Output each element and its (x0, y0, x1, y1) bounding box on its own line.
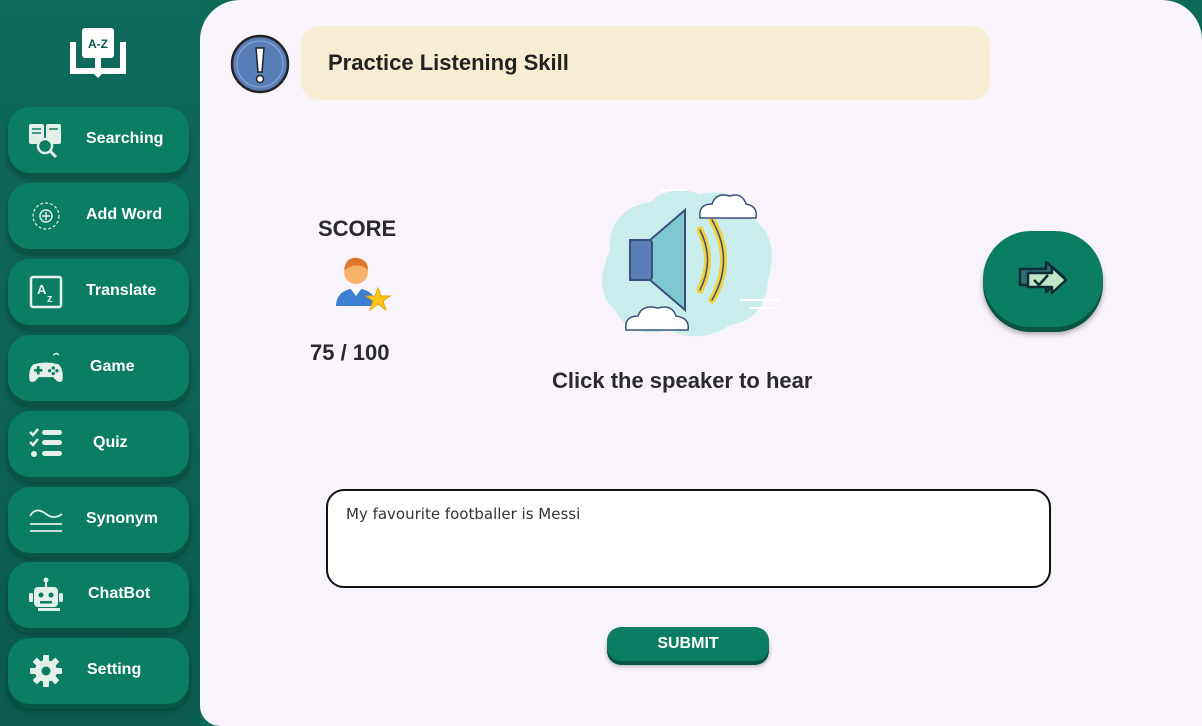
sidebar-item-add-word[interactable]: Add Word (8, 183, 189, 249)
plus-circle-icon (26, 196, 66, 236)
sidebar: A-Z Searching Add Word A z Translate Gam… (0, 0, 200, 726)
next-button[interactable] (983, 231, 1103, 327)
sidebar-item-synonym[interactable]: Synonym (8, 487, 189, 553)
header-bar: Practice Listening Skill (301, 26, 990, 100)
speaker-icon[interactable] (590, 180, 790, 345)
svg-text:A: A (37, 282, 47, 297)
svg-text:z: z (47, 293, 53, 305)
gear-icon (26, 651, 66, 691)
exclamation-icon (230, 34, 290, 94)
sidebar-item-searching[interactable]: Searching (8, 107, 189, 173)
gamepad-icon (26, 348, 66, 388)
sidebar-item-label: Game (90, 358, 135, 375)
next-arrow-check-icon (1018, 260, 1068, 295)
sidebar-item-label: Add Word (86, 206, 163, 223)
sidebar-item-label: Searching (86, 130, 164, 147)
checklist-icon (26, 424, 66, 464)
score-label: SCORE (318, 216, 397, 241)
score-value: 75 / 100 (310, 340, 390, 365)
waves-icon (26, 500, 66, 540)
answer-input[interactable]: My favourite footballer is Messi (326, 489, 1051, 588)
translate-icon: A z (26, 272, 66, 312)
submit-button[interactable]: SUBMIT (607, 627, 769, 661)
sidebar-item-setting[interactable]: Setting (8, 638, 189, 704)
sidebar-item-label: ChatBot (88, 585, 151, 602)
main-panel: Practice Listening Skill SCORE 75 / 100 … (200, 0, 1202, 726)
sidebar-item-label: Quiz (93, 434, 128, 451)
dictionary-logo-icon: A-Z (70, 28, 126, 78)
svg-text:A-Z: A-Z (88, 37, 108, 51)
speaker-hint: Click the speaker to hear (552, 368, 813, 393)
robot-icon (26, 575, 66, 615)
sidebar-item-translate[interactable]: A z Translate (8, 259, 189, 325)
sidebar-item-quiz[interactable]: Quiz (8, 411, 189, 477)
user-star-icon (336, 257, 392, 312)
sidebar-item-label: Translate (86, 282, 157, 299)
sidebar-item-chatbot[interactable]: ChatBot (8, 562, 189, 628)
sidebar-item-game[interactable]: Game (8, 335, 189, 401)
sidebar-item-label: Setting (87, 661, 142, 678)
page-title: Practice Listening Skill (328, 50, 569, 75)
sidebar-item-label: Synonym (86, 510, 159, 527)
book-search-icon (26, 120, 66, 160)
